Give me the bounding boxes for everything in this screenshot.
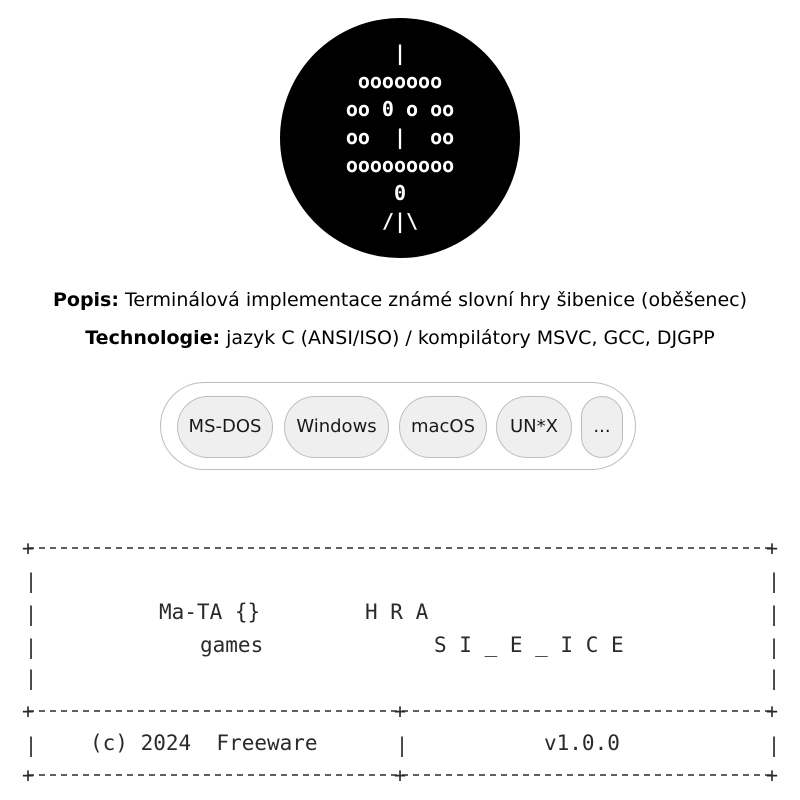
platform-tag-more[interactable]: ... <box>581 396 623 458</box>
description-line: Popis: Terminálová implementace známé sl… <box>0 288 800 312</box>
description-text: Terminálová implementace známé slovní hr… <box>118 289 748 311</box>
logo-line-7: /|\ <box>382 209 418 233</box>
copyright-text: (c) 2024 Freeware <box>90 731 318 755</box>
ascii-banner: + + + + + + + + | | | | | | | | | | | Ma-TA {} game… <box>22 534 782 784</box>
game-title-line-1: H R A <box>365 600 429 624</box>
platform-tag-unix[interactable]: UN*X <box>496 396 572 458</box>
logo-line-1: | <box>394 41 406 65</box>
svg-text:+: + <box>766 699 778 723</box>
logo-line-6: 0 <box>394 181 406 205</box>
technology-text: jazyk C (ANSI/ISO) / kompilátory MSVC, G… <box>220 327 715 349</box>
svg-text:+: + <box>22 536 34 560</box>
svg-text:+: + <box>394 699 406 723</box>
svg-text:|: | <box>768 569 780 593</box>
description-label: Popis: <box>52 289 119 311</box>
technology-line: Technologie: jazyk C (ANSI/ISO) / kompil… <box>0 326 800 350</box>
platform-tag-windows[interactable]: Windows <box>284 396 389 458</box>
studio-subtitle: games <box>200 633 263 657</box>
technology-label: Technologie: <box>85 327 221 349</box>
svg-text:|: | <box>396 733 408 757</box>
svg-text:|: | <box>25 635 37 659</box>
studio-name: Ma-TA {} <box>159 600 260 624</box>
svg-text:|: | <box>25 602 37 626</box>
platform-tag-group: MS-DOS Windows macOS UN*X ... <box>160 382 636 470</box>
svg-text:+: + <box>22 699 34 723</box>
svg-text:|: | <box>768 602 780 626</box>
svg-text:+: + <box>766 536 778 560</box>
svg-text:+: + <box>22 763 34 784</box>
platform-tag-msdos[interactable]: MS-DOS <box>177 396 273 458</box>
svg-text:|: | <box>768 666 780 690</box>
version-text: v1.0.0 <box>544 731 620 755</box>
svg-text:|: | <box>768 635 780 659</box>
logo-line-3: oo 0 o oo <box>346 97 454 121</box>
hangman-logo: | ooooooo oo 0 o oo oo | oo ooooooooo 0 … <box>280 18 520 258</box>
svg-text:|: | <box>25 569 37 593</box>
svg-text:+: + <box>394 763 406 784</box>
svg-text:|: | <box>25 666 37 690</box>
logo-line-2: ooooooo <box>358 69 442 93</box>
platform-tag-macos[interactable]: macOS <box>399 396 487 458</box>
logo-line-5: ooooooooo <box>346 153 454 177</box>
game-title-line-2: S I _ E _ I C E <box>434 633 624 657</box>
svg-text:|: | <box>25 733 37 757</box>
svg-text:+: + <box>766 763 778 784</box>
logo-line-4: oo | oo <box>346 125 454 149</box>
svg-text:|: | <box>768 733 780 757</box>
